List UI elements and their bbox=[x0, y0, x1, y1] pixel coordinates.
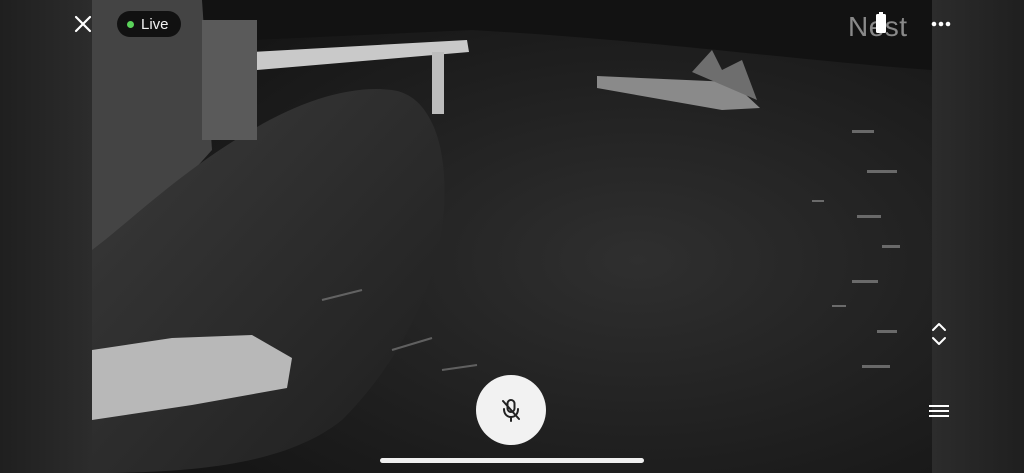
more-options-button[interactable] bbox=[928, 14, 954, 34]
camera-live-view: Live Nest bbox=[0, 0, 1024, 473]
close-button[interactable] bbox=[70, 11, 96, 37]
home-indicator[interactable] bbox=[380, 458, 644, 463]
live-label: Live bbox=[141, 15, 169, 33]
more-vertical-dots-icon bbox=[931, 21, 951, 27]
chevron-up-down-icon bbox=[932, 323, 946, 345]
microphone-toggle-button[interactable] bbox=[476, 375, 546, 445]
microphone-off-icon bbox=[502, 399, 520, 422]
hamburger-menu-icon bbox=[929, 405, 949, 417]
left-letterbox bbox=[0, 0, 92, 473]
close-icon bbox=[74, 15, 92, 33]
live-status-badge: Live bbox=[117, 11, 181, 37]
menu-button[interactable] bbox=[926, 402, 952, 420]
live-indicator-dot bbox=[127, 20, 134, 28]
expand-collapse-button[interactable] bbox=[927, 320, 951, 348]
battery-icon bbox=[876, 12, 886, 33]
